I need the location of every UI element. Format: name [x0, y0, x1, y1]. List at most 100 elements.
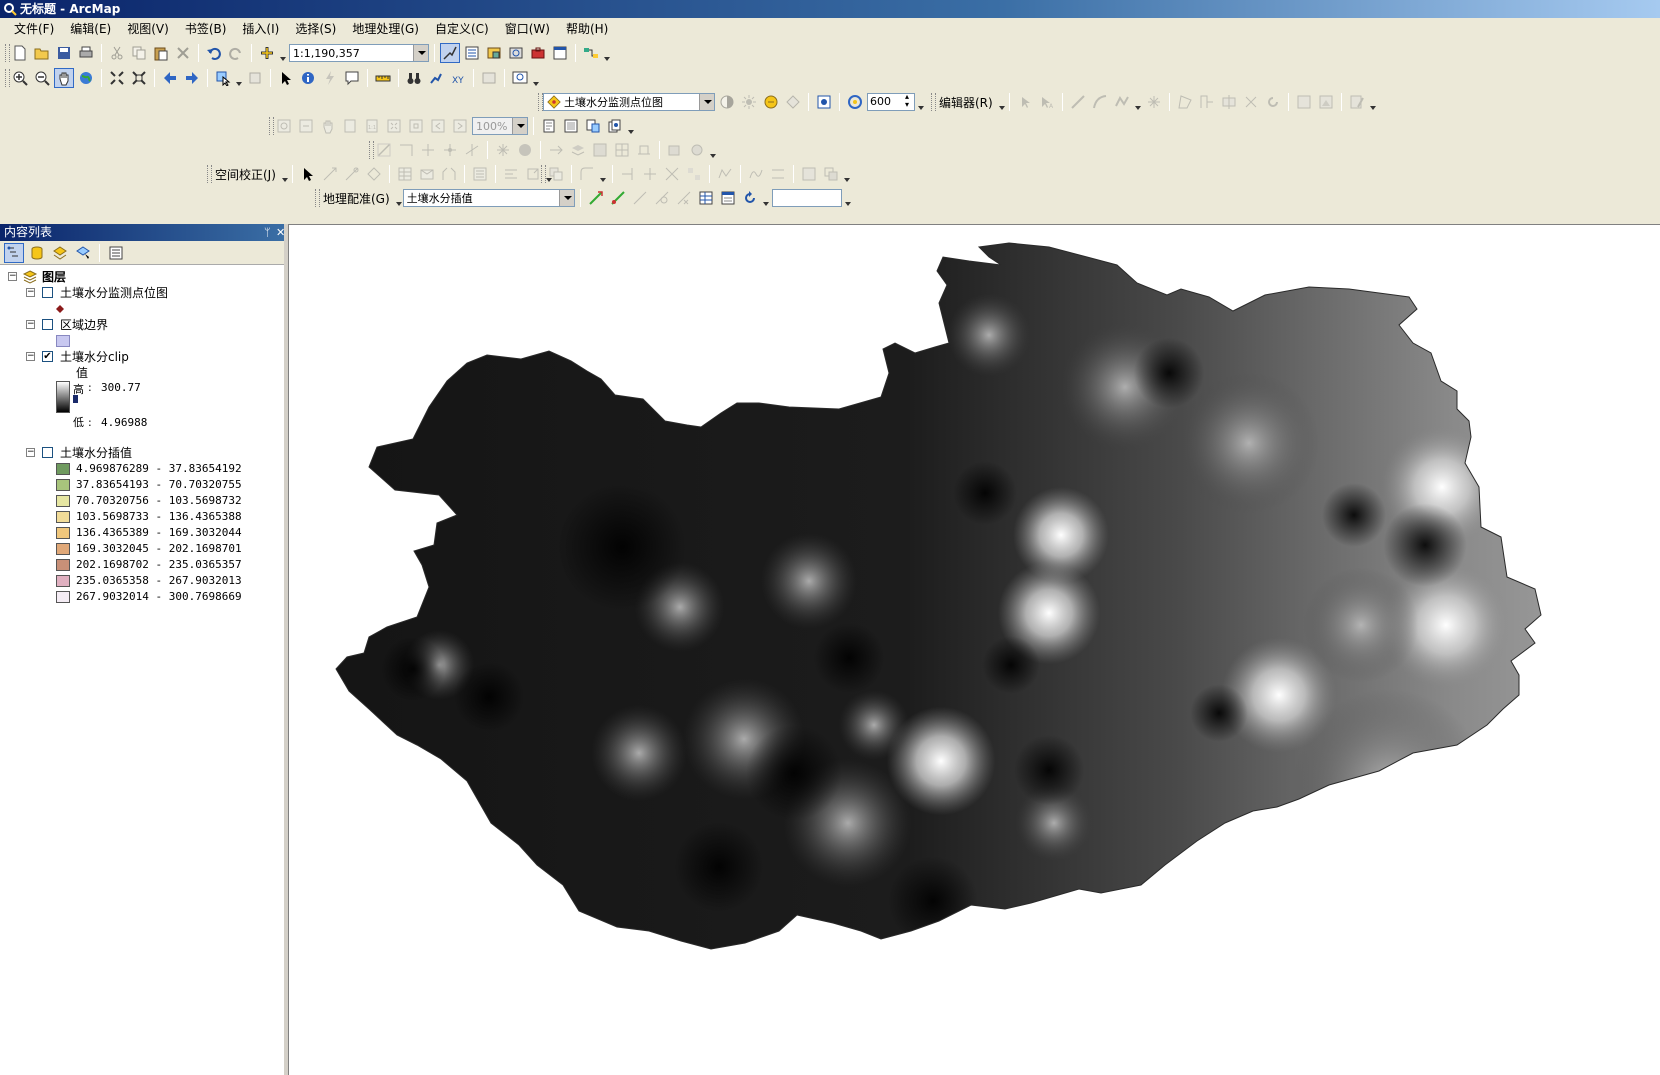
collapse-icon[interactable]: −	[26, 352, 35, 361]
copy-features-button[interactable]	[546, 164, 566, 184]
fillet-button[interactable]	[577, 164, 597, 184]
select-features-dropdown[interactable]	[235, 68, 243, 88]
layout-zoom-combo[interactable]: 100%	[472, 117, 528, 135]
transparency-button[interactable]	[761, 92, 781, 112]
fixed-zoom-out-page-button[interactable]	[406, 116, 426, 136]
raster-map-canvas[interactable]	[289, 225, 1660, 1075]
trace-button[interactable]	[1112, 92, 1132, 112]
rotate-dropdown[interactable]	[762, 188, 770, 208]
forward-extent-button[interactable]	[182, 68, 202, 88]
sa-edge-match-button[interactable]	[439, 164, 459, 184]
menu-selection[interactable]: 选择(S)	[287, 18, 344, 40]
search-window-button[interactable]	[506, 43, 526, 63]
zoom-to-selected-link-button[interactable]	[652, 188, 672, 208]
layer-visibility-checkbox[interactable]	[42, 287, 53, 298]
georeferencing-menu[interactable]: 地理配准(G)	[320, 190, 393, 207]
layout-pan-button[interactable]	[318, 116, 338, 136]
georef-layer-combo[interactable]: 土壤水分插值	[402, 189, 575, 207]
rotate-button[interactable]	[1263, 92, 1283, 112]
list-by-selection-button[interactable]	[73, 243, 93, 263]
page-back-button[interactable]	[428, 116, 448, 136]
paste-button[interactable]	[151, 43, 171, 63]
fixed-zoom-in-button[interactable]	[107, 68, 127, 88]
save-button[interactable]	[54, 43, 74, 63]
data-driven-pages-button[interactable]	[605, 116, 625, 136]
reshape-button[interactable]	[1197, 92, 1217, 112]
toolbar-options-chevron[interactable]	[532, 68, 540, 88]
editor-menu-dropdown[interactable]	[998, 92, 1005, 112]
topo-tool-5[interactable]	[462, 140, 482, 160]
open-button[interactable]	[32, 43, 52, 63]
topo-tool-14[interactable]	[687, 140, 707, 160]
arctoolbox-button[interactable]	[528, 43, 548, 63]
toolbar-options-chevron[interactable]	[917, 92, 925, 112]
toolbar-options-chevron[interactable]	[709, 140, 717, 160]
tolerance-button[interactable]	[845, 92, 865, 112]
georeferencing-dropdown[interactable]	[395, 188, 402, 208]
list-by-drawing-order-button[interactable]	[4, 242, 24, 263]
page-forward-button[interactable]	[450, 116, 470, 136]
new-document-button[interactable]	[10, 43, 30, 63]
select-link-button[interactable]	[630, 188, 650, 208]
select-elements-button[interactable]	[276, 68, 296, 88]
menu-insert[interactable]: 插入(I)	[234, 18, 287, 40]
endpoint-arc-button[interactable]	[1090, 92, 1110, 112]
topo-tool-2[interactable]	[396, 140, 416, 160]
html-popup-button[interactable]	[342, 68, 362, 88]
sa-select-button[interactable]	[298, 164, 318, 184]
zoom-in-button[interactable]	[10, 68, 30, 88]
modelbuilder-button[interactable]	[581, 43, 601, 63]
new-displacement-link-button[interactable]	[320, 164, 340, 184]
layer-combo[interactable]: 土壤水分监测点位图	[543, 93, 715, 111]
edit-annotation-button[interactable]: A	[1037, 92, 1057, 112]
remove-overlap-button[interactable]	[821, 164, 841, 184]
print-button[interactable]	[76, 43, 96, 63]
menu-file[interactable]: 文件(F)	[6, 18, 62, 40]
sketch-properties-button[interactable]	[1316, 92, 1336, 112]
topo-tool-13[interactable]	[665, 140, 685, 160]
modify-link-button[interactable]	[342, 164, 362, 184]
construction-dropdown[interactable]	[1134, 92, 1142, 112]
topo-tool-1[interactable]	[374, 140, 394, 160]
editor-menu[interactable]: 编辑器(R)	[936, 94, 996, 111]
topo-tool-7[interactable]	[515, 140, 535, 160]
toolbar-options-chevron[interactable]	[1369, 92, 1377, 112]
align-edge-button[interactable]	[768, 164, 788, 184]
viewer-button[interactable]	[718, 188, 738, 208]
catalog-window-button[interactable]	[484, 43, 504, 63]
measure-button[interactable]	[373, 68, 393, 88]
close-icon[interactable]: ✕	[276, 224, 285, 241]
layer-visibility-checkbox[interactable]	[42, 319, 53, 330]
map-scale-combo[interactable]: 1:1,190,357	[289, 44, 429, 62]
clear-selection-button[interactable]	[245, 68, 265, 88]
change-layout-button[interactable]	[583, 116, 603, 136]
layer-visibility-checkbox[interactable]	[42, 447, 53, 458]
chevron-down-icon[interactable]	[413, 45, 428, 61]
toc-window-button[interactable]	[462, 43, 482, 63]
add-data-button[interactable]	[257, 43, 277, 63]
layer-name[interactable]: 土壤水分监测点位图	[60, 285, 168, 301]
list-by-visibility-button[interactable]	[50, 243, 70, 263]
sa-preview-button[interactable]	[417, 164, 437, 184]
topo-tool-10[interactable]	[590, 140, 610, 160]
topo-tool-3[interactable]	[418, 140, 438, 160]
topo-tool-12[interactable]	[634, 140, 654, 160]
menu-windows[interactable]: 窗口(W)	[497, 18, 558, 40]
identify-button[interactable]	[298, 68, 318, 88]
link-table-button[interactable]	[696, 188, 716, 208]
snapping-button[interactable]	[814, 92, 834, 112]
time-slider-button[interactable]	[479, 68, 499, 88]
trim-button[interactable]	[640, 164, 660, 184]
tolerance-input[interactable]: 600	[867, 93, 915, 111]
add-data-dropdown[interactable]	[279, 43, 287, 63]
python-window-button[interactable]	[550, 43, 570, 63]
smooth-button[interactable]	[746, 164, 766, 184]
georef-input-field[interactable]	[771, 189, 842, 207]
menu-customize[interactable]: 自定义(C)	[427, 18, 497, 40]
edit-vertices-button[interactable]	[1175, 92, 1195, 112]
contrast-button[interactable]	[717, 92, 737, 112]
layer-name[interactable]: 区域边界	[60, 317, 108, 333]
find-route-button[interactable]	[426, 68, 446, 88]
collapse-icon[interactable]: −	[8, 272, 17, 281]
map-display[interactable]	[288, 224, 1660, 1075]
